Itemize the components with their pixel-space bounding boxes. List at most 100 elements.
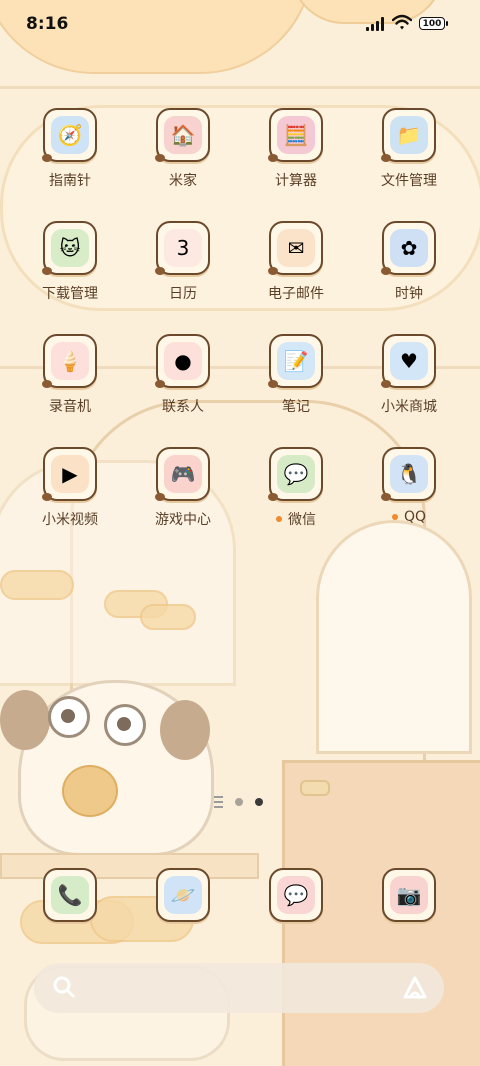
wifi-icon bbox=[392, 14, 412, 30]
page-dot[interactable] bbox=[235, 798, 243, 806]
game-center-icon[interactable]: 🎮 bbox=[155, 447, 210, 501]
app-mi-store[interactable]: ♥ 小米商城 bbox=[353, 334, 465, 416]
mi-store-icon[interactable]: ♥ bbox=[381, 334, 436, 388]
app-label: 时钟 bbox=[353, 283, 465, 303]
app-label: 计算器 bbox=[240, 170, 352, 190]
app-email[interactable]: ✉ 电子邮件 bbox=[240, 221, 352, 303]
app-mi-home[interactable]: 🏠 米家 bbox=[127, 108, 239, 190]
app-label-text: 计算器 bbox=[275, 173, 317, 189]
browser-planet-icon[interactable]: 🪐 bbox=[156, 868, 210, 922]
paw-icon bbox=[42, 380, 52, 388]
paw-icon bbox=[155, 380, 165, 388]
status-bar: 8:16 100 bbox=[0, 0, 480, 48]
app-label-text: 小米视频 bbox=[42, 512, 98, 528]
app-label-text: 录音机 bbox=[49, 399, 91, 415]
mi-video-icon[interactable]: ▶ bbox=[42, 447, 97, 501]
icon-art: 🧮 bbox=[277, 116, 315, 154]
icon-art: 📝 bbox=[277, 342, 315, 380]
search-bar[interactable] bbox=[34, 963, 444, 1013]
icon-art: 📷 bbox=[390, 876, 428, 914]
dock-browser[interactable]: 🪐 bbox=[127, 868, 239, 922]
compass-icon[interactable]: 🧭 bbox=[42, 108, 97, 162]
icon-art: ▶ bbox=[51, 455, 89, 493]
page-indicator[interactable] bbox=[214, 796, 263, 808]
app-label-text: 笔记 bbox=[282, 399, 310, 415]
paw-icon bbox=[42, 267, 52, 275]
paw-icon bbox=[42, 154, 52, 162]
app-label-text: 联系人 bbox=[162, 399, 204, 415]
app-wechat[interactable]: 💬 微信 bbox=[240, 447, 352, 529]
camera-pug-icon[interactable]: 📷 bbox=[382, 868, 436, 922]
new-indicator-dot bbox=[276, 516, 282, 522]
app-label: 联系人 bbox=[127, 396, 239, 416]
notes-icon[interactable]: 📝 bbox=[268, 334, 323, 388]
app-label-text: 微信 bbox=[288, 512, 316, 528]
paw-icon bbox=[381, 154, 391, 162]
email-icon[interactable]: ✉ bbox=[268, 221, 323, 275]
app-label-text: 电子邮件 bbox=[268, 286, 324, 302]
app-label: 文件管理 bbox=[353, 170, 465, 190]
app-qq[interactable]: 🐧 QQ bbox=[353, 447, 465, 525]
icon-art: 🪐 bbox=[164, 876, 202, 914]
app-calculator[interactable]: 🧮 计算器 bbox=[240, 108, 352, 190]
search-icon[interactable] bbox=[52, 975, 76, 999]
paw-icon bbox=[268, 380, 278, 388]
signal-icon bbox=[366, 17, 384, 31]
app-notes[interactable]: 📝 笔记 bbox=[240, 334, 352, 416]
calculator-icon[interactable]: 🧮 bbox=[268, 108, 323, 162]
page-dot-current[interactable] bbox=[255, 798, 263, 806]
app-label-text: QQ bbox=[403, 509, 427, 525]
clock-icon[interactable]: ✿ bbox=[381, 221, 436, 275]
app-mi-video[interactable]: ▶ 小米视频 bbox=[14, 447, 126, 529]
paw-icon bbox=[155, 154, 165, 162]
icon-art: 📁 bbox=[390, 116, 428, 154]
paw-icon bbox=[381, 267, 391, 275]
paw-icon bbox=[155, 493, 165, 501]
paw-icon bbox=[381, 493, 391, 501]
mi-home-icon[interactable]: 🏠 bbox=[155, 108, 210, 162]
icon-art: ● bbox=[164, 342, 202, 380]
app-download-cat[interactable]: 🐱 下载管理 bbox=[14, 221, 126, 303]
app-label-text: 小米商城 bbox=[381, 399, 437, 415]
paw-icon bbox=[268, 267, 278, 275]
app-label: 小米商城 bbox=[353, 396, 465, 416]
download-cat-icon[interactable]: 🐱 bbox=[42, 221, 97, 275]
battery-icon: 100 bbox=[419, 17, 448, 30]
calendar-icon[interactable]: 3 bbox=[155, 221, 210, 275]
wallpaper-shelf-line bbox=[0, 86, 480, 89]
wechat-icon[interactable]: 💬 bbox=[268, 447, 323, 501]
dock-camera[interactable]: 📷 bbox=[353, 868, 465, 922]
folder-icon[interactable]: 📁 bbox=[381, 108, 436, 162]
app-label: 微信 bbox=[240, 509, 352, 529]
assistant-icon[interactable] bbox=[402, 975, 428, 1001]
app-drawer-indicator-icon[interactable] bbox=[214, 796, 223, 808]
contacts-icon[interactable]: ● bbox=[155, 334, 210, 388]
wallpaper-bread bbox=[0, 570, 74, 600]
dock-messages[interactable]: 💬 bbox=[240, 868, 352, 922]
app-contacts[interactable]: ● 联系人 bbox=[127, 334, 239, 416]
icon-art: ♥ bbox=[390, 342, 428, 380]
icon-art: ✉ bbox=[277, 229, 315, 267]
qq-icon[interactable]: 🐧 bbox=[381, 447, 436, 501]
app-compass[interactable]: 🧭 指南针 bbox=[14, 108, 126, 190]
app-label: 录音机 bbox=[14, 396, 126, 416]
app-label-text: 日历 bbox=[169, 286, 197, 302]
dock-phone[interactable]: 📞 bbox=[14, 868, 126, 922]
app-folder[interactable]: 📁 文件管理 bbox=[353, 108, 465, 190]
app-label: QQ bbox=[353, 509, 465, 525]
wallpaper-bread bbox=[140, 604, 196, 630]
app-game-center[interactable]: 🎮 游戏中心 bbox=[127, 447, 239, 529]
phone-cat-icon[interactable]: 📞 bbox=[43, 868, 97, 922]
app-label: 笔记 bbox=[240, 396, 352, 416]
app-recorder[interactable]: 🍦 录音机 bbox=[14, 334, 126, 416]
wallpaper-pug-ear bbox=[160, 700, 210, 760]
icon-art: 🏠 bbox=[164, 116, 202, 154]
icon-art: 💬 bbox=[277, 876, 315, 914]
paw-icon bbox=[268, 154, 278, 162]
icon-art: 🧭 bbox=[51, 116, 89, 154]
icon-art: 🐧 bbox=[390, 455, 428, 493]
app-calendar[interactable]: 3 日历 bbox=[127, 221, 239, 303]
recorder-icon[interactable]: 🍦 bbox=[42, 334, 97, 388]
messages-cat-icon[interactable]: 💬 bbox=[269, 868, 323, 922]
app-clock[interactable]: ✿ 时钟 bbox=[353, 221, 465, 303]
